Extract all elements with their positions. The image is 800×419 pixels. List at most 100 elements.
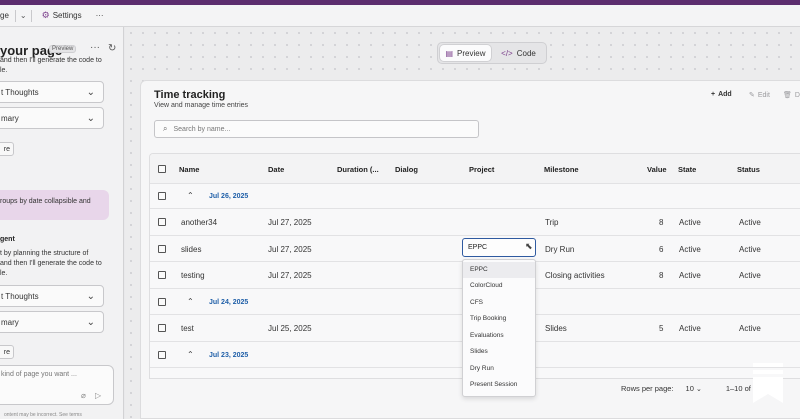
project-options-list: EPPC ColorCloud CFS Trip Booking Evaluat… [462,259,536,397]
delete-button[interactable]: 🗑 De [783,91,800,100]
cell-date: Jul 25, 2025 [268,324,312,333]
cell-name: slides [181,245,202,254]
summary-dropdown[interactable]: mary ⌄ [0,311,104,333]
top-toolbar: ge ⌄ ⚙ Settings ··· [0,5,800,27]
chat-side-panel: your page Preview ··· ↻ and then I'll ge… [0,27,124,419]
gear-icon: ⚙ [41,10,50,20]
row-checkbox[interactable] [158,218,166,226]
row-checkbox[interactable] [158,271,166,279]
cell-milestone: Trip [545,218,559,227]
group-checkbox[interactable] [158,192,166,200]
cell-date: Jul 27, 2025 [268,218,312,227]
chevron-down-icon: ⌄ [86,86,95,98]
edit-button[interactable]: ✎ Edit [749,91,770,100]
pencil-icon: ✎ [749,92,755,99]
cell-value: 8 [659,271,664,280]
more-icon[interactable]: ··· [90,42,100,53]
group-date-label: Jul 26, 2025 [209,193,249,200]
page-menu[interactable]: ge [0,11,9,20]
project-option[interactable]: Present Session [463,377,535,393]
project-option[interactable]: Dry Run [463,361,535,377]
settings-button[interactable]: ⚙ Settings [42,10,82,21]
chevron-up-icon[interactable]: ⌃ [187,297,194,306]
send-icon[interactable]: ▷ [95,391,101,400]
project-option[interactable]: CFS [463,295,535,311]
project-option[interactable]: Trip Booking [463,311,535,327]
column-header-project[interactable]: Project [469,165,494,174]
group-date-label: Jul 24, 2025 [209,299,249,306]
summary-dropdown[interactable]: mary ⌄ [0,107,104,129]
cell-status: Active [739,324,761,333]
brand-logo [753,363,783,403]
column-header-state[interactable]: State [678,165,696,174]
more-options-button[interactable]: ··· [96,11,104,20]
thoughts-dropdown[interactable]: t Thoughts ⌄ [0,285,104,307]
chevron-down-icon: ⌄ [86,290,95,302]
row-checkbox[interactable] [158,245,166,253]
thoughts-dropdown[interactable]: t Thoughts ⌄ [0,81,104,103]
project-option[interactable]: Slides [463,344,535,360]
table-row[interactable]: another34 Jul 27, 2025 Trip 8 Active Act… [150,209,800,236]
attach-icon[interactable]: ⌀ [81,391,86,400]
dropdown-label: t Thoughts [1,87,39,97]
rows-per-page-label: Rows per page: [621,384,674,393]
column-header-duration[interactable]: Duration (... [337,165,379,174]
dropdown-label: mary [1,113,19,123]
trash-icon: 🗑 [783,92,792,99]
plus-icon: + [711,91,716,98]
cell-name: test [181,324,194,333]
chevron-down-icon: ⌄ [86,112,95,124]
column-header-status[interactable]: Status [737,165,760,174]
agent-text-line: and then I'll generate the code to [0,260,102,267]
chevron-up-icon[interactable]: ⌃ [187,191,194,200]
row-checkbox[interactable] [158,324,166,332]
view-toggle: ▤ Preview </> Code [437,42,547,64]
group-checkbox[interactable] [158,298,166,306]
column-header-milestone[interactable]: Milestone [544,165,579,174]
more-button[interactable]: re [0,345,14,359]
table-header-row: Name Date Duration (... Dialog Project M… [150,154,800,184]
project-option[interactable]: EPPC [463,262,535,278]
select-all-checkbox[interactable] [158,165,166,173]
preview-tab-label: Preview [457,48,486,58]
cell-milestone: Slides [545,324,567,333]
rows-per-page-select[interactable]: 10 ⌄ [686,384,702,393]
column-header-value[interactable]: Value [647,165,667,174]
edit-label: Edit [757,91,770,99]
more-button[interactable]: re [0,142,14,156]
disclaimer-text: ontent may be incorrect. See terms [4,412,82,418]
refresh-icon[interactable]: ↻ [108,43,116,54]
chat-input[interactable]: kind of page you want ... ⌀ ▷ [0,365,114,405]
logo-stripe [753,370,783,374]
column-header-dialog[interactable]: Dialog [395,165,418,174]
pagination: Rows per page: 10 ⌄ 1–10 of 35 [621,384,761,393]
add-button[interactable]: + Add [711,91,732,98]
logo-stripe [753,363,783,367]
toolbar-divider [14,9,16,22]
group-header-row[interactable]: ⌃ Jul 26, 2025 [150,184,800,209]
dropdown-label: t Thoughts [1,291,39,301]
user-message-bubble: roups by date collapsible and [0,190,109,220]
chevron-up-icon[interactable]: ⌃ [187,350,194,359]
logo-bookmark [753,377,783,403]
project-option[interactable]: Evaluations [463,328,535,344]
preview-icon: ▤ [445,48,454,58]
cell-status: Active [739,271,761,280]
column-header-date[interactable]: Date [268,165,284,174]
agent-text-line: le. [0,270,8,277]
chevron-down-icon: ⌄ [695,386,702,393]
cell-date: Jul 27, 2025 [268,245,312,254]
cell-status: Active [739,245,761,254]
group-checkbox[interactable] [158,351,166,359]
preview-tab[interactable]: ▤ Preview [440,45,491,61]
code-tab[interactable]: </> Code [493,45,544,61]
delete-label: De [794,91,800,99]
intro-text-line: le. [0,67,8,74]
chevron-down-icon[interactable]: ⌄ [20,11,27,20]
intro-text-line: and then I'll generate the code to [0,57,102,64]
time-tracking-page: Time tracking View and manage time entri… [140,80,800,419]
project-option[interactable]: ColorCloud [463,278,535,294]
column-header-name[interactable]: Name [179,165,199,174]
search-input[interactable]: ⌕ Search by name... [154,120,479,138]
code-icon: </> [501,48,513,58]
